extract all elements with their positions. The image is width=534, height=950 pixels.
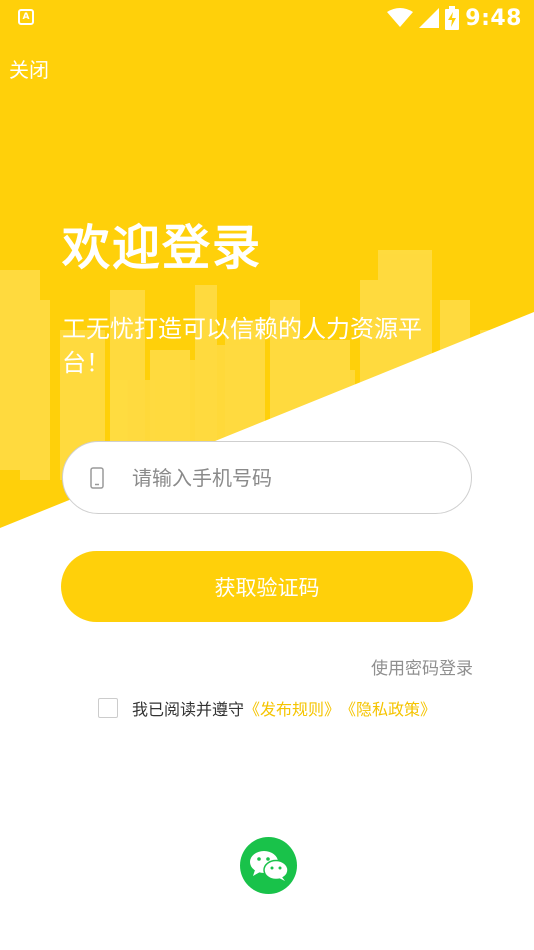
signal-icon	[419, 8, 440, 28]
password-login-link[interactable]: 使用密码登录	[371, 654, 473, 679]
phone-icon	[90, 466, 104, 489]
phone-field[interactable]	[62, 441, 472, 514]
privacy-link[interactable]: 《隐私政策》	[340, 696, 436, 720]
status-time: 9:48	[465, 5, 522, 31]
battery-charging-icon	[445, 6, 460, 30]
status-bar: A 9:48	[0, 0, 534, 36]
agreement-row: 我已阅读并遵守 《发布规则》 《隐私政策》	[98, 696, 436, 720]
agreement-text: 我已阅读并遵守	[132, 700, 245, 719]
close-button[interactable]: 关闭	[9, 54, 49, 83]
status-indicators: 9:48	[387, 5, 522, 31]
agree-checkbox[interactable]	[98, 698, 118, 718]
rules-link[interactable]: 《发布规则》	[244, 696, 340, 720]
get-code-button[interactable]: 获取验证码	[61, 551, 473, 622]
welcome-title: 欢迎登录	[62, 220, 263, 276]
wifi-icon	[387, 8, 414, 27]
wechat-icon	[249, 850, 289, 881]
wechat-login-button[interactable]	[240, 837, 297, 894]
app-notification-icon: A	[18, 9, 34, 25]
welcome-subtitle: 工无忧打造可以信赖的人力资源平台！	[62, 315, 422, 377]
phone-input[interactable]	[130, 464, 434, 491]
